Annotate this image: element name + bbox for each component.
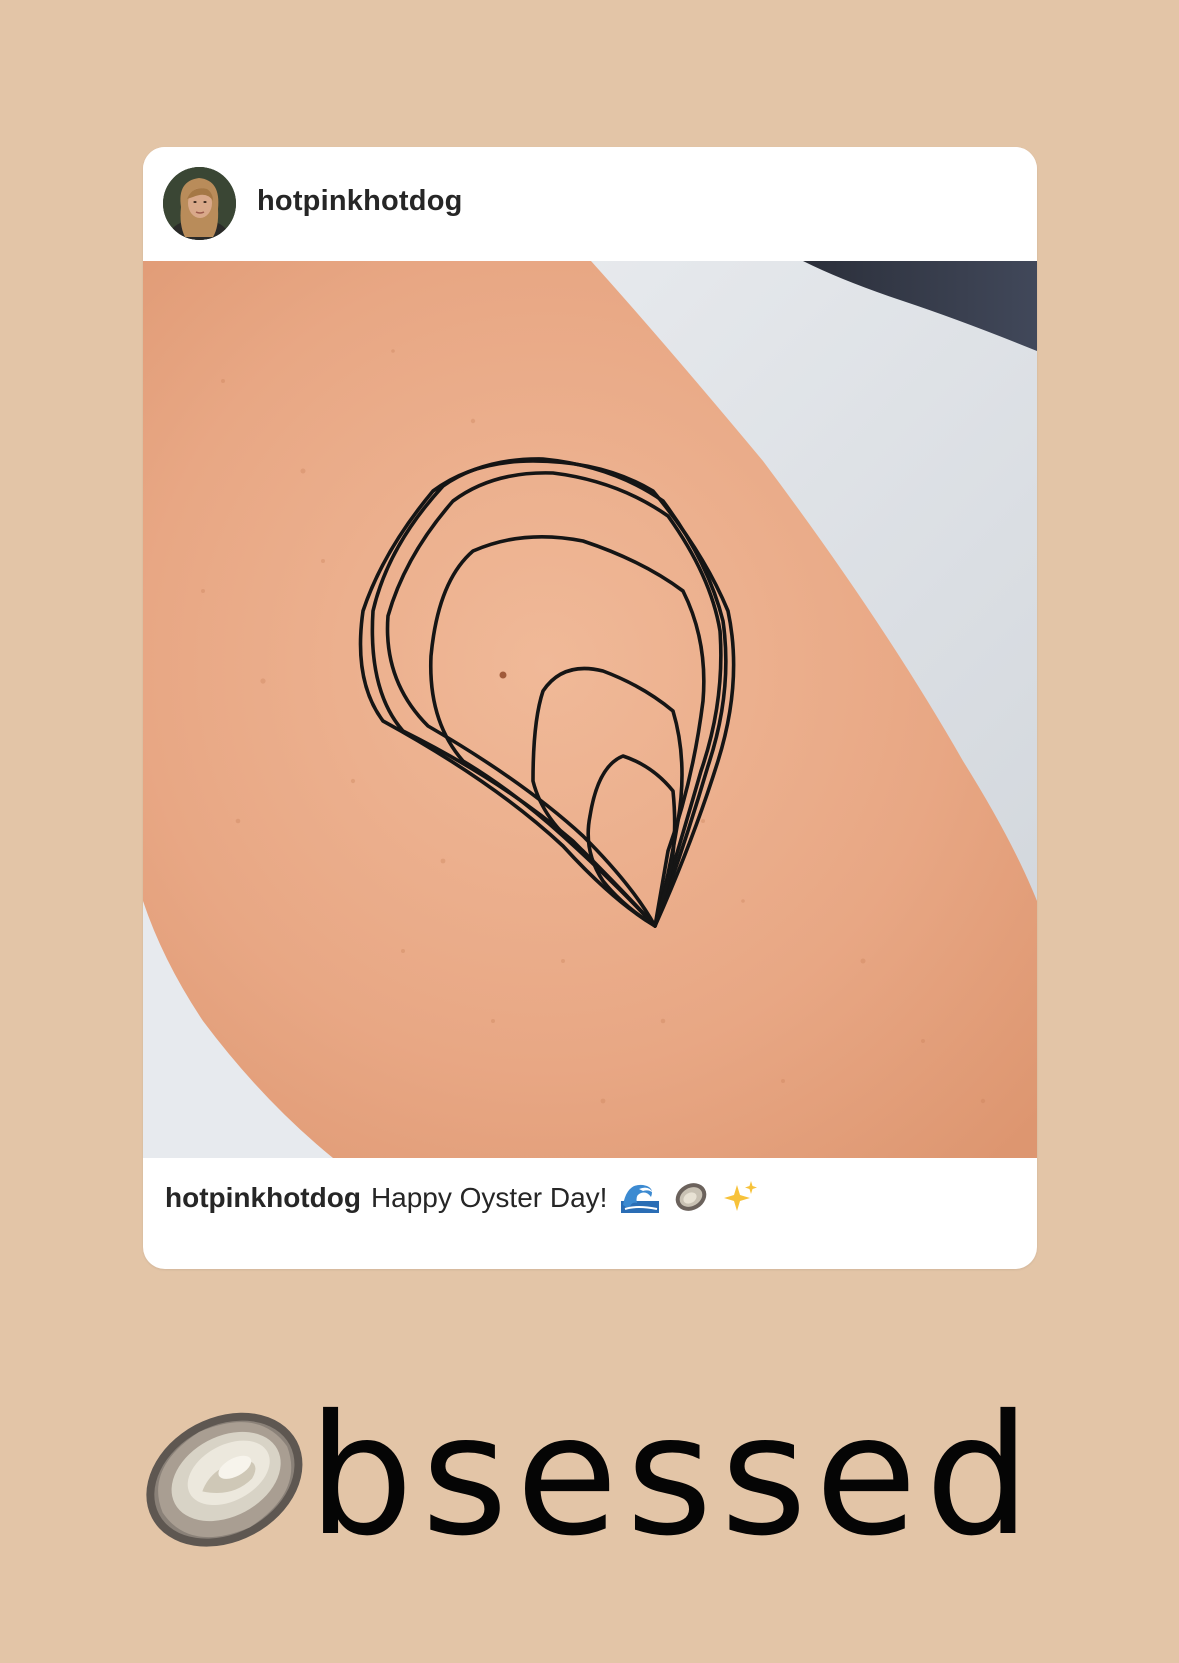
post-photo[interactable]	[143, 261, 1037, 1158]
avatar[interactable]	[163, 167, 236, 240]
post-card[interactable]: hotpinkhotdog hotpinkhotdog Happy Oyster…	[143, 147, 1037, 1269]
tattoo-photo	[143, 261, 1037, 1158]
oyster-icon	[673, 1179, 709, 1220]
avatar-image	[163, 167, 236, 240]
caption-text: Happy Oyster Day!	[370, 1181, 608, 1213]
post-header: hotpinkhotdog	[143, 147, 1037, 261]
post-username[interactable]: hotpinkhotdog	[257, 185, 463, 218]
post-caption: hotpinkhotdog Happy Oyster Day!	[165, 1179, 759, 1220]
wave-icon	[621, 1179, 660, 1220]
sticker-text: bsessed	[308, 1380, 1039, 1573]
obsessed-sticker[interactable]: bsessed	[138, 1392, 1038, 1562]
oyster-icon	[146, 1412, 303, 1547]
sparkles-icon	[723, 1179, 759, 1220]
caption-username[interactable]: hotpinkhotdog	[165, 1182, 361, 1213]
